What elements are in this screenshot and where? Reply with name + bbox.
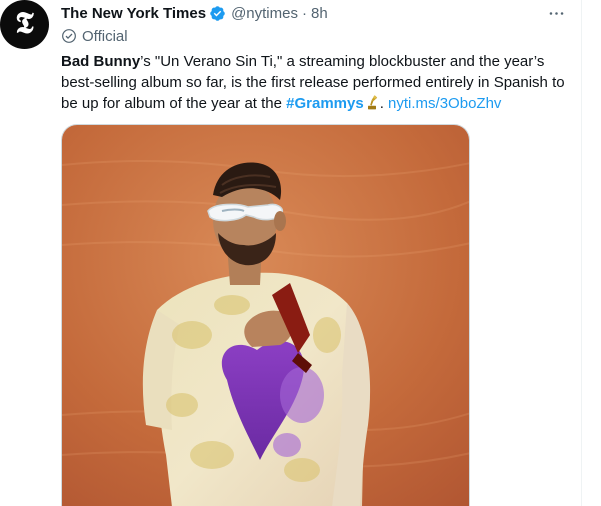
article-link[interactable]: nyti.ms/3OboZhv bbox=[388, 95, 501, 112]
avatar[interactable]: 𝕿 bbox=[0, 0, 49, 49]
hashtag-link[interactable]: #Grammys bbox=[286, 95, 364, 112]
official-badge: Official bbox=[61, 27, 128, 45]
tweet[interactable]: 𝕿 The New York Times @nytimes · 8h Offic… bbox=[0, 0, 581, 506]
official-label-icon bbox=[61, 28, 77, 44]
nyt-logo-icon: 𝕿 bbox=[15, 5, 34, 41]
author-handle[interactable]: @nytimes bbox=[231, 5, 298, 22]
separator-dot: · bbox=[301, 4, 307, 22]
more-options-icon bbox=[549, 11, 563, 15]
mention-text: Bad Bunny bbox=[61, 53, 141, 70]
official-label: Official bbox=[82, 27, 128, 45]
trophy-emoji-icon bbox=[365, 94, 379, 110]
body-text-punct: . bbox=[379, 95, 389, 112]
timestamp[interactable]: 8h bbox=[311, 5, 328, 22]
performer-photo bbox=[62, 125, 469, 506]
verified-badge-icon bbox=[209, 5, 226, 22]
tweet-header: The New York Times @nytimes · 8h bbox=[61, 3, 328, 23]
media-photo[interactable] bbox=[61, 124, 470, 506]
author-name[interactable]: The New York Times bbox=[61, 5, 206, 22]
more-options-button[interactable] bbox=[544, 2, 568, 24]
column-divider bbox=[581, 0, 582, 506]
tweet-text: Bad Bunny’s "Un Verano Sin Ti," a stream… bbox=[61, 51, 571, 114]
